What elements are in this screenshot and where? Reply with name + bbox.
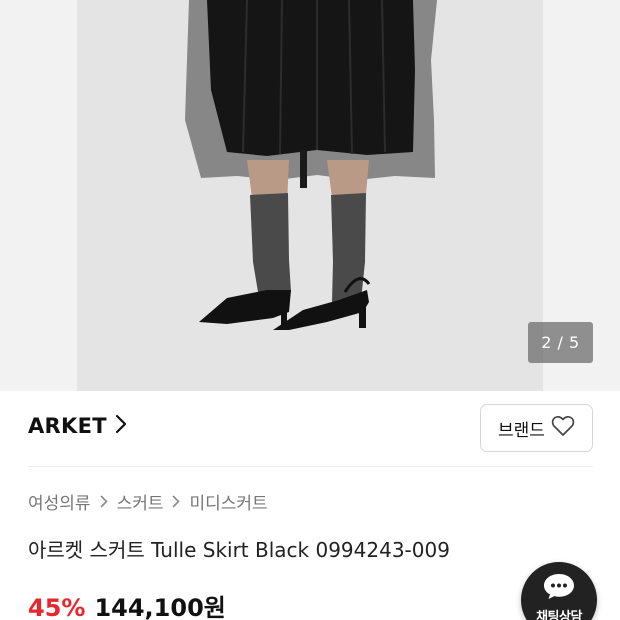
chevron-right-icon <box>100 495 108 508</box>
product-photo <box>77 0 543 391</box>
price-row: 45% 144,100원 <box>28 588 226 620</box>
brand-row: ARKET 브랜드 <box>28 404 593 454</box>
brand-like-button[interactable]: 브랜드 <box>480 404 593 452</box>
chat-button-label: 채팅상담 <box>536 610 582 620</box>
product-photo-illustration <box>185 0 437 330</box>
breadcrumb-item-skirt[interactable]: 스커트 <box>117 489 164 514</box>
breadcrumb-item-midi-skirt[interactable]: 미디스커트 <box>189 489 267 514</box>
brand-button-label: 브랜드 <box>498 420 545 441</box>
brand-name: ARKET <box>28 414 107 438</box>
product-image-gallery[interactable]: 2 / 5 <box>0 0 620 391</box>
discount-rate: 45% <box>28 594 86 620</box>
chat-consult-button[interactable]: 채팅상담 <box>521 562 597 620</box>
section-divider <box>28 466 593 467</box>
image-counter: 2 / 5 <box>528 322 593 363</box>
breadcrumb: 여성의류 스커트 미디스커트 <box>28 489 268 514</box>
chevron-right-icon <box>172 495 181 508</box>
heart-outline-icon <box>551 415 575 442</box>
breadcrumb-item-womens-clothing[interactable]: 여성의류 <box>28 489 91 514</box>
chevron-right-icon <box>115 414 127 438</box>
chat-bubble-icon <box>542 572 576 604</box>
sale-price: 144,100원 <box>94 594 226 620</box>
brand-link[interactable]: ARKET <box>28 414 127 438</box>
product-title: 아르켓 스커트 Tulle Skirt Black 0994243-009 <box>28 538 450 562</box>
